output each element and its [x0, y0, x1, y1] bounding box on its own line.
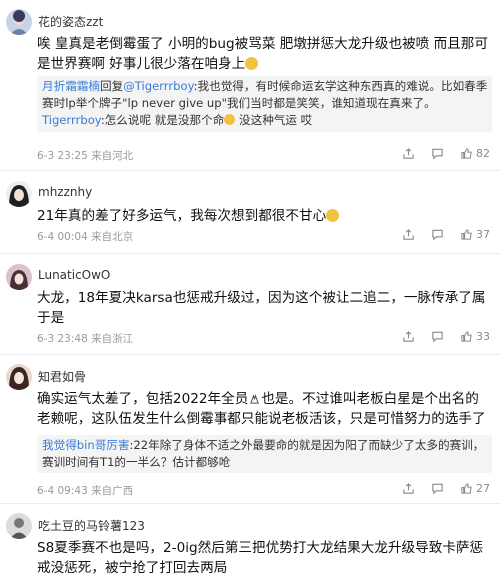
like-button[interactable]: 27 [460, 482, 490, 495]
reply-block: 月折霜霜楠回复@Tigerrrboy:我也觉得，有时候命运玄学这种东西真的难说。… [37, 76, 492, 132]
comment-date: 6-3 23:25 [37, 150, 88, 162]
like-icon [461, 483, 472, 494]
share-icon [403, 331, 414, 342]
avatar[interactable] [6, 364, 32, 390]
like-button[interactable]: 82 [460, 147, 490, 160]
like-count: 27 [476, 482, 490, 495]
reply-mention[interactable]: @Tigerrrboy [123, 79, 193, 93]
like-icon [461, 229, 472, 240]
tearful-emoji-icon [326, 209, 340, 222]
comment-item: LunaticOwO 大龙，18年夏决karsa也惩戒升级过，因为这个被让二追二… [0, 254, 500, 354]
share-button[interactable] [402, 330, 415, 343]
comment-item: 吃土豆的马铃薯123 S8夏季赛不也是吗，2-0ig然后第三把优势打大龙结果大龙… [0, 504, 500, 588]
comment-text: 确实运气太差了，包括2022年全员 也是。不过谁叫老板白星是个出名的老赖呢，这队伍… [37, 391, 486, 427]
comment-actions: 82 [390, 147, 490, 160]
comment-item: mhzznhy 21年真的差了好多运气，我每次想到都很不甘心 6-4 00:04… [0, 171, 500, 253]
like-icon [461, 148, 472, 159]
share-button[interactable] [402, 482, 415, 495]
avatar[interactable] [6, 513, 32, 539]
comment-item: 花的姿态zzt 唉 皇真是老倒霉蛋了 小明的bug被骂菜 肥墩拼惩大龙升级也被喷… [0, 0, 500, 170]
comment-meta: 6-3 23:25 来自河北 [37, 148, 133, 163]
like-icon [461, 331, 472, 342]
username[interactable]: 知君如骨 [38, 368, 86, 385]
comment-meta: 6-4 09:43 来自广西 [37, 483, 133, 498]
reply-block: 我觉得bin哥厉害:22年除了身体不适之外最要命的就是因为阳了而缺少了太多的赛训… [37, 435, 492, 473]
comment-meta: 6-3 23:48 来自浙江 [37, 331, 133, 346]
comment-actions: 33 [390, 330, 490, 343]
comment-location: 来自北京 [91, 231, 134, 243]
comment-location: 来自广西 [91, 485, 134, 497]
reply-button[interactable] [431, 330, 444, 343]
like-count: 82 [476, 147, 490, 160]
comment-icon [432, 148, 443, 160]
comment-text: 大龙，18年夏决karsa也惩戒升级过，因为这个被让二追二，一脉传承了属于是 [37, 290, 486, 326]
reply-button[interactable] [431, 147, 444, 160]
comment-actions: 27 [390, 482, 490, 495]
comment-date: 6-4 00:04 [37, 231, 88, 243]
like-button[interactable]: 33 [460, 330, 490, 343]
comment-icon [432, 229, 443, 241]
share-button[interactable] [402, 228, 415, 241]
reply-username[interactable]: 我觉得bin哥厉害 [42, 438, 130, 452]
share-button[interactable] [402, 147, 415, 160]
comment-feed: 花的姿态zzt 唉 皇真是老倒霉蛋了 小明的bug被骂菜 肥墩拼惩大龙升级也被喷… [0, 0, 500, 588]
comment-text: 唉 皇真是老倒霉蛋了 小明的bug被骂菜 肥墩拼惩大龙升级也被喷 而且那可是世界… [37, 36, 488, 72]
share-icon [403, 229, 414, 240]
comment-location: 来自浙江 [91, 333, 134, 345]
avatar[interactable] [6, 181, 32, 207]
reply-username[interactable]: Tigerrrboy [42, 113, 101, 127]
like-count: 37 [476, 228, 490, 241]
comment-text: 21年真的差了好多运气，我每次想到都很不甘心 [37, 206, 492, 226]
like-button[interactable]: 37 [460, 228, 490, 241]
like-count: 33 [476, 330, 490, 343]
share-icon [403, 148, 414, 159]
comment-date: 6-4 09:43 [37, 485, 88, 497]
username[interactable]: mhzznhy [38, 185, 92, 199]
share-icon [403, 483, 414, 494]
reply-button[interactable] [431, 228, 444, 241]
comment-icon [432, 331, 443, 343]
username[interactable]: 吃土豆的马铃薯123 [38, 517, 145, 534]
comment-icon [432, 483, 443, 495]
reply-button[interactable] [431, 482, 444, 495]
comment-date: 6-3 23:48 [37, 333, 88, 345]
cry-emoji-icon [224, 114, 236, 125]
avatar[interactable] [6, 264, 32, 290]
username[interactable]: LunaticOwO [38, 268, 110, 282]
comment-location: 来自河北 [91, 150, 134, 162]
comment-item: 知君如骨 确实运气太差了，包括2022年全员 也是。不过谁叫老板白星是个出名的老赖… [0, 355, 500, 503]
avatar[interactable] [6, 9, 32, 35]
reply-text: :怎么说呢 就是没那个命 [100, 113, 225, 127]
sad-emoji-icon [245, 57, 259, 70]
comment-actions: 37 [390, 228, 490, 241]
username[interactable]: 花的姿态zzt [38, 13, 103, 30]
comment-meta: 6-4 00:04 来自北京 [37, 229, 133, 244]
comment-text: S8夏季赛不也是吗，2-0ig然后第三把优势打大龙结果大龙升级导致卡萨惩戒没惩死… [37, 540, 484, 576]
praying-hands-icon [250, 393, 260, 404]
reply-username[interactable]: 月折霜霜楠 [42, 79, 100, 93]
